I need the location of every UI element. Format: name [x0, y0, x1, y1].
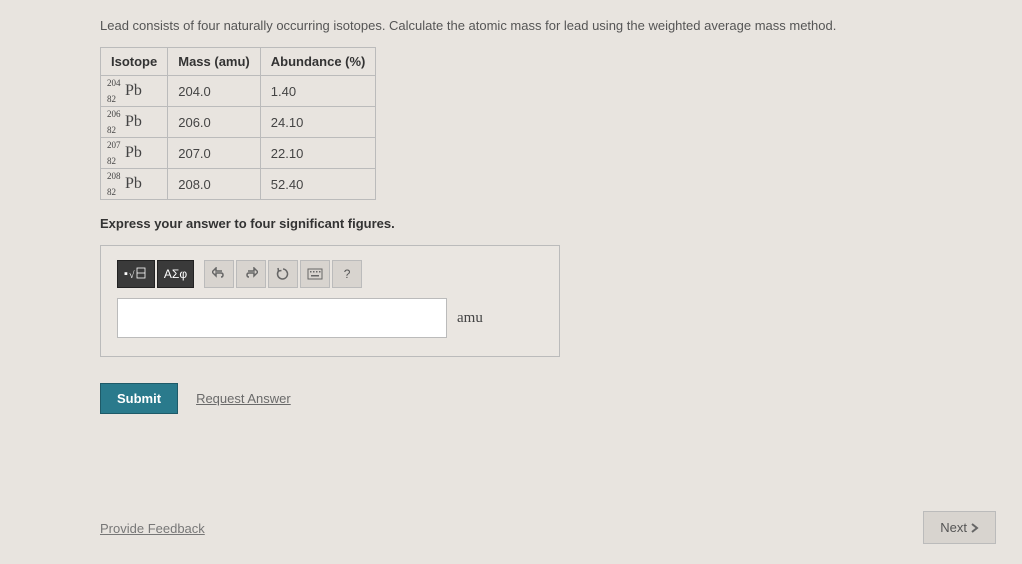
- mass-cell: 207.0: [168, 138, 261, 169]
- unit-label: amu: [457, 310, 483, 327]
- isotope-cell: 20482Pb: [101, 76, 168, 107]
- table-row: 20782Pb207.022.10: [101, 138, 376, 169]
- keyboard-icon: [307, 268, 323, 280]
- answer-box: ▪ √ ΑΣφ ? amu: [100, 245, 560, 357]
- mass-cell: 208.0: [168, 169, 261, 200]
- chevron-right-icon: [971, 523, 979, 533]
- isotope-table: Isotope Mass (amu) Abundance (%) 20482Pb…: [100, 47, 376, 200]
- redo-icon: [244, 267, 258, 281]
- isotope-cell: 20682Pb: [101, 107, 168, 138]
- undo-button[interactable]: [204, 260, 234, 288]
- col-abundance: Abundance (%): [260, 48, 376, 76]
- instruction-text: Express your answer to four significant …: [100, 216, 922, 231]
- col-isotope: Isotope: [101, 48, 168, 76]
- redo-button[interactable]: [236, 260, 266, 288]
- isotope-cell: 20782Pb: [101, 138, 168, 169]
- submit-button[interactable]: Submit: [100, 383, 178, 414]
- reset-icon: [276, 267, 290, 281]
- template-button[interactable]: ▪ √: [117, 260, 155, 288]
- table-row: 20882Pb208.052.40: [101, 169, 376, 200]
- help-button[interactable]: ?: [332, 260, 362, 288]
- isotope-cell: 20882Pb: [101, 169, 168, 200]
- svg-text:√: √: [129, 270, 135, 281]
- reset-button[interactable]: [268, 260, 298, 288]
- request-answer-link[interactable]: Request Answer: [196, 391, 291, 406]
- next-label: Next: [940, 520, 967, 535]
- answer-input[interactable]: [117, 298, 447, 338]
- formatting-toolbar: ▪ √ ΑΣφ ?: [117, 260, 543, 288]
- col-mass: Mass (amu): [168, 48, 261, 76]
- mass-cell: 206.0: [168, 107, 261, 138]
- provide-feedback-link[interactable]: Provide Feedback: [100, 521, 205, 536]
- greek-button[interactable]: ΑΣφ: [157, 260, 194, 288]
- undo-icon: [212, 267, 226, 281]
- abundance-cell: 52.40: [260, 169, 376, 200]
- question-text: Lead consists of four naturally occurrin…: [100, 18, 922, 33]
- next-button[interactable]: Next: [923, 511, 996, 544]
- abundance-cell: 22.10: [260, 138, 376, 169]
- abundance-cell: 1.40: [260, 76, 376, 107]
- table-row: 20482Pb204.01.40: [101, 76, 376, 107]
- abundance-cell: 24.10: [260, 107, 376, 138]
- mass-cell: 204.0: [168, 76, 261, 107]
- table-row: 20682Pb206.024.10: [101, 107, 376, 138]
- keyboard-button[interactable]: [300, 260, 330, 288]
